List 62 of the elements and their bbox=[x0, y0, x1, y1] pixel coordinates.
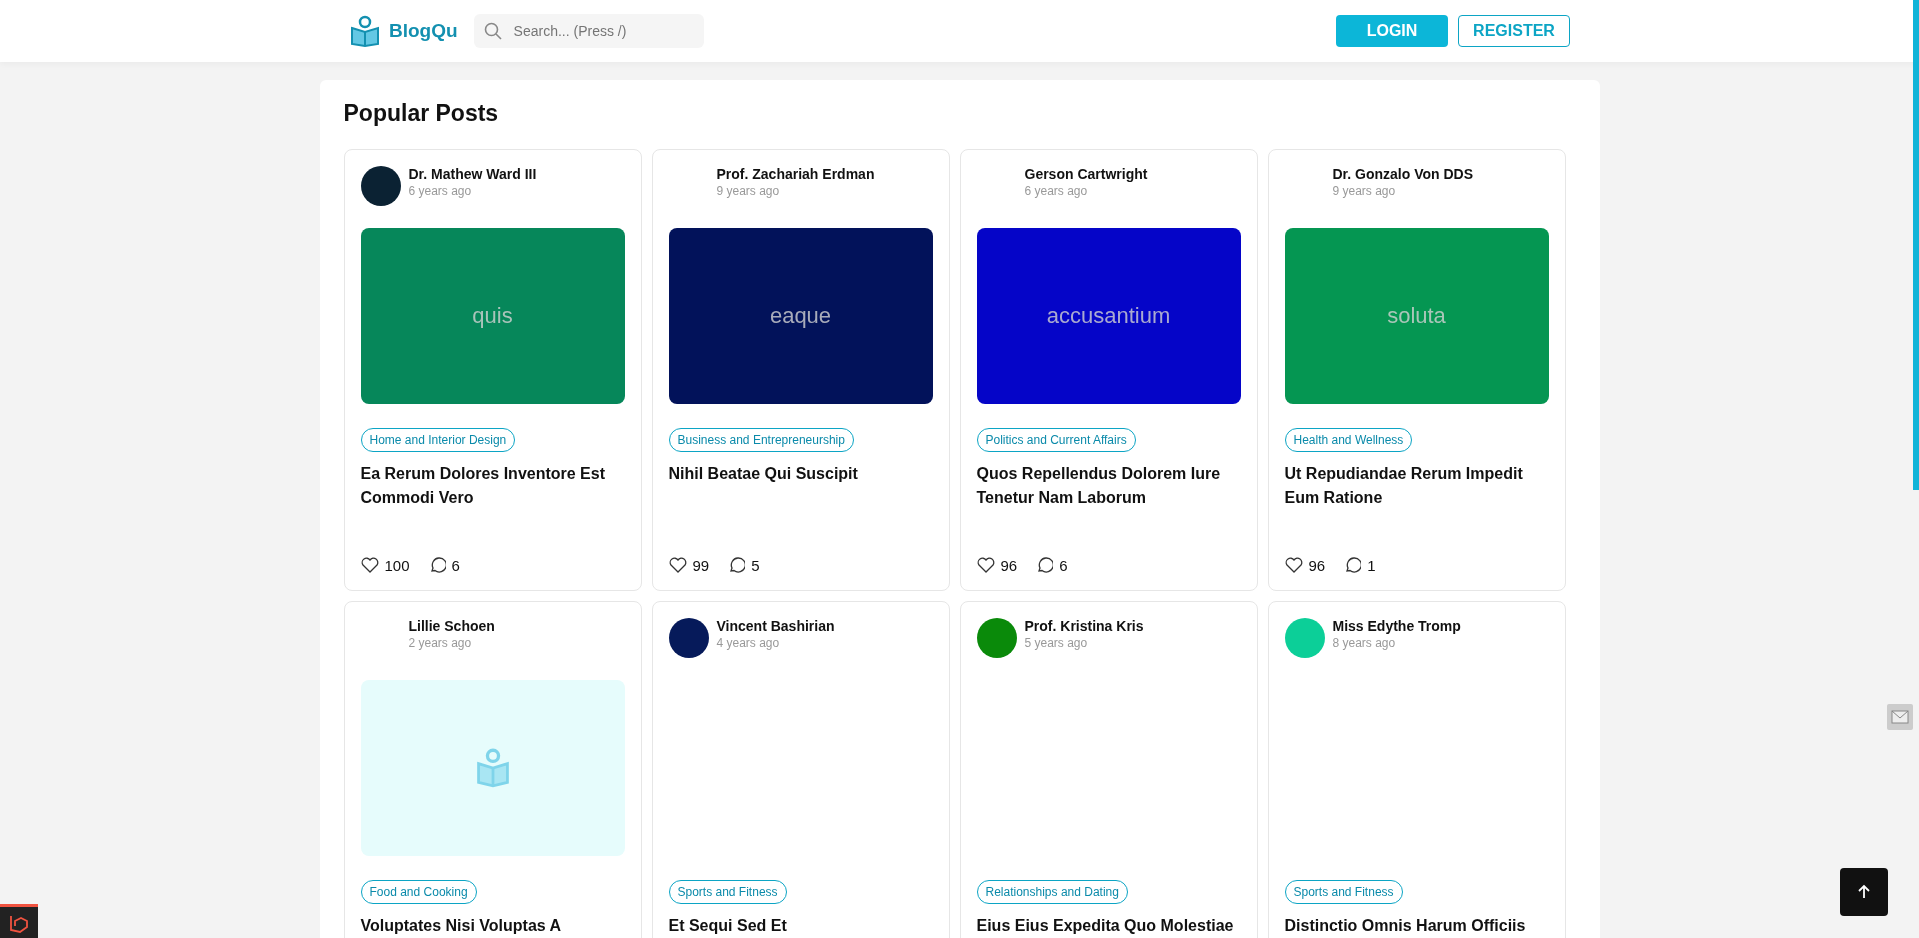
heart-icon[interactable] bbox=[976, 557, 995, 573]
post-title[interactable]: Distinctio Omnis Harum Officiis bbox=[1284, 914, 1549, 938]
comment-icon[interactable] bbox=[727, 556, 746, 574]
author-name[interactable]: Prof. Kristina Kris bbox=[1024, 618, 1144, 634]
author-name[interactable]: Dr. Gonzalo Von DDS bbox=[1332, 166, 1474, 182]
book-icon bbox=[474, 748, 511, 788]
post-time: 2 years ago bbox=[408, 636, 473, 650]
like-count: 96 bbox=[1000, 556, 1018, 574]
comment-count: 6 bbox=[1059, 556, 1068, 574]
comment-icon[interactable] bbox=[1035, 556, 1054, 574]
post-title[interactable]: Eius Eius Expedita Quo Molestiae bbox=[976, 914, 1241, 938]
author-name[interactable]: Prof. Zachariah Erdman bbox=[716, 166, 875, 182]
image-text: soluta bbox=[1387, 303, 1446, 329]
post-title[interactable]: Quos Repellendus Dolorem Iure Tenetur Nam Laborum bbox=[976, 462, 1241, 510]
post-title[interactable]: Ut Repudiandae Rerum Impedit Eum Ratione bbox=[1284, 462, 1549, 510]
heart-icon[interactable] bbox=[668, 557, 687, 573]
author-name[interactable]: Dr. Mathew Ward III bbox=[408, 166, 537, 182]
like-count: 99 bbox=[692, 556, 710, 574]
post-card[interactable]: Dr. Gonzalo Von DDS 9 years ago soluta Health and Wellness Ut Repudiandae Rerum Impedit Eum Ratione 96 1 bbox=[1267, 149, 1566, 591]
post-card[interactable]: Prof. Kristina Kris 5 years ago Relationships and Dating Eius Eius Expedita Quo Molestiae bbox=[959, 601, 1258, 938]
heart-icon[interactable] bbox=[360, 557, 379, 573]
scrollbar[interactable] bbox=[1913, 0, 1919, 490]
post-time: 9 years ago bbox=[716, 184, 781, 198]
post-card[interactable]: Dr. Mathew Ward III 6 years ago quis Home and Interior Design Ea Rerum Dolores Inventore Est Commodi Vero 100 6 bbox=[343, 149, 642, 591]
author-name[interactable]: Miss Edythe Tromp bbox=[1332, 618, 1461, 634]
image-text: eaque bbox=[769, 303, 832, 329]
post-card[interactable]: Gerson Cartwright 6 years ago accusantium Politics and Current Affairs Quos Repellendus Dolorem Iure Tenetur Nam Laborum 96 6 bbox=[959, 149, 1258, 591]
author-name[interactable]: Lillie Schoen bbox=[408, 618, 495, 634]
author-name[interactable]: Gerson Cartwright bbox=[1024, 166, 1148, 182]
post-card[interactable]: Vincent Bashirian 4 years ago Sports and Fitness Et Sequi Sed Et bbox=[651, 601, 950, 938]
cover-image[interactable]: eaque bbox=[668, 228, 933, 404]
comment-count: 1 bbox=[1367, 556, 1376, 574]
post-card[interactable]: Lillie Schoen 2 years ago Food and Cooking Voluptates Nisi Voluptas A bbox=[343, 601, 642, 938]
post-time: 6 years ago bbox=[1024, 184, 1089, 198]
debug-bar-icon[interactable] bbox=[0, 904, 38, 938]
post-card[interactable]: Miss Edythe Tromp 8 years ago Sports and Fitness Distinctio Omnis Harum Officiis bbox=[1267, 601, 1566, 938]
image-text: accusantium bbox=[1046, 303, 1171, 329]
like-count: 96 bbox=[1308, 556, 1326, 574]
post-time: 8 years ago bbox=[1332, 636, 1397, 650]
post-time: 9 years ago bbox=[1332, 184, 1397, 198]
comment-count: 6 bbox=[451, 556, 460, 574]
heart-icon[interactable] bbox=[1284, 557, 1303, 573]
post-time: 5 years ago bbox=[1024, 636, 1089, 650]
post-title[interactable]: Nihil Beatae Qui Suscipit bbox=[668, 462, 933, 510]
image-text: quis bbox=[472, 303, 513, 329]
post-time: 4 years ago bbox=[716, 636, 781, 650]
back-to-top-button[interactable] bbox=[1840, 868, 1888, 916]
post-title[interactable]: Ea Rerum Dolores Inventore Est Commodi Vero bbox=[360, 462, 625, 510]
post-card[interactable]: Prof. Zachariah Erdman 9 years ago eaque Business and Entrepreneurship Nihil Beatae Qui Suscipit 99 5 bbox=[651, 149, 950, 591]
post-title[interactable]: Voluptates Nisi Voluptas A bbox=[360, 914, 625, 938]
book-icon bbox=[349, 15, 381, 47]
cover-image[interactable]: accusantium bbox=[976, 228, 1241, 404]
up-arrow-icon bbox=[1856, 884, 1872, 900]
like-count: 100 bbox=[384, 556, 410, 574]
comment-icon[interactable] bbox=[1343, 556, 1362, 574]
post-title[interactable]: Et Sequi Sed Et bbox=[668, 914, 933, 938]
section-title: Popular Posts bbox=[343, 100, 500, 127]
logo[interactable]: BlogQu bbox=[349, 15, 458, 47]
post-time: 6 years ago bbox=[408, 184, 473, 198]
comment-count: 5 bbox=[751, 556, 760, 574]
author-name[interactable]: Vincent Bashirian bbox=[716, 618, 835, 634]
search-field[interactable]: Search... (Press /) bbox=[473, 14, 704, 48]
